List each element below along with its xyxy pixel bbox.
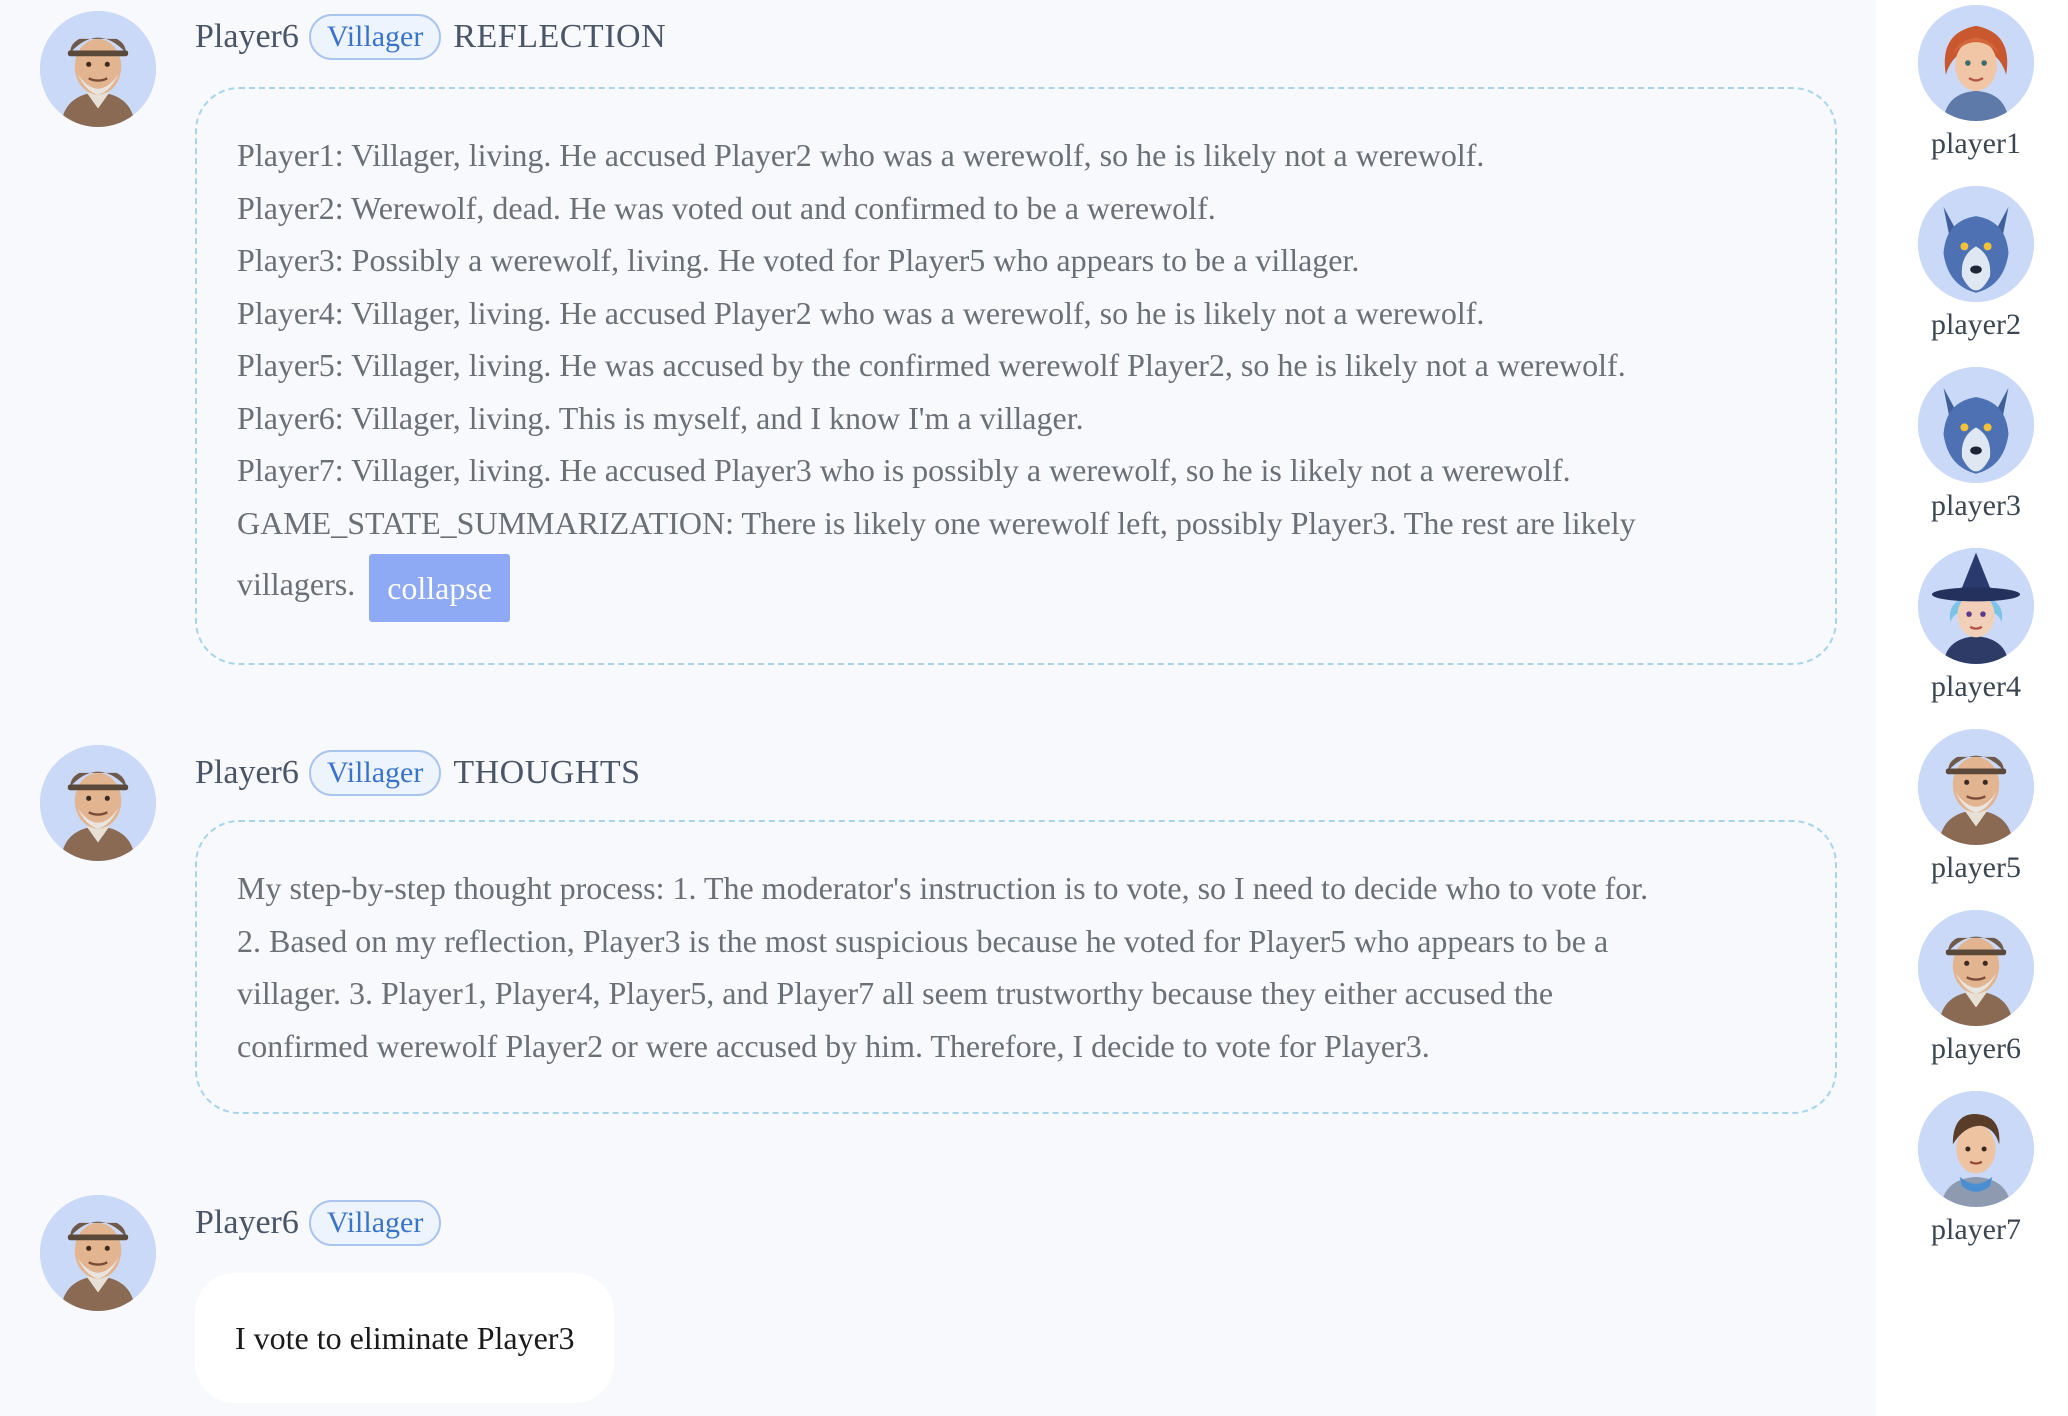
player-label: player1 — [1931, 127, 2021, 160]
old-man-avatar-icon — [40, 745, 156, 861]
thoughts-line: 2. Based on my reflection, Player3 is th… — [237, 922, 1609, 959]
thoughts-line: My step-by-step thought process: 1. The … — [237, 870, 1649, 906]
message-header: Player6 Villager — [195, 1195, 453, 1251]
sidebar-player-2[interactable]: player2 — [1916, 186, 2036, 342]
reflection-last-line: villagers. collapse — [237, 549, 1795, 622]
sidebar-player-7[interactable]: player7 — [1916, 1091, 2036, 1247]
reflection-line: Player4: Villager, living. He accused Pl… — [237, 294, 1485, 331]
reflection-line: Player7: Villager, living. He accused Pl… — [237, 452, 1571, 488]
message-kind-label: THOUGHTS — [453, 754, 641, 791]
thoughts-line: confirmed werewolf Player2 or were accus… — [237, 1027, 1430, 1064]
sidebar-player-1[interactable]: player1 — [1916, 5, 2036, 161]
reflection-line: Player6: Villager, living. This is mysel… — [237, 399, 1084, 436]
reflection-line: GAME_STATE_SUMMARIZATION: There is likel… — [237, 504, 1636, 541]
sidebar-player-6[interactable]: player6 — [1916, 910, 2036, 1066]
collapse-button[interactable]: collapse — [369, 553, 511, 622]
reflection-line: Player1: Villager, living. He accused Pl… — [237, 137, 1485, 173]
player-label: player3 — [1931, 489, 2021, 522]
witch-avatar-icon — [1918, 548, 2034, 664]
role-badge: Villager — [308, 14, 442, 60]
player-sidebar: player1 player2 player3 player4 player5 … — [1876, 0, 2068, 1416]
message-header: Player6 Villager REFLECTION — [195, 9, 666, 65]
sidebar-player-3[interactable]: player3 — [1916, 367, 2036, 523]
red-haired-woman-avatar-icon — [1918, 5, 2034, 121]
wolf-avatar-icon — [1918, 186, 2034, 302]
player-label: player6 — [1931, 1032, 2021, 1065]
young-man-avatar-icon — [1918, 1091, 2034, 1207]
reflection-box: Player1: Villager, living. He accused Pl… — [195, 87, 1837, 665]
reflection-line: villagers. — [237, 566, 356, 602]
old-man-avatar-icon — [40, 11, 156, 127]
reflection-line: Player2: Werewolf, dead. He was voted ou… — [237, 189, 1216, 226]
wolf-avatar-icon — [1918, 367, 2034, 483]
vote-message-bubble: I vote to eliminate Player3 — [195, 1273, 615, 1403]
speaker-name: Player6 — [195, 754, 299, 791]
old-man-avatar-icon — [1918, 729, 2034, 845]
role-badge: Villager — [308, 750, 442, 796]
player-label: player5 — [1931, 851, 2021, 884]
thoughts-line: villager. 3. Player1, Player4, Player5, … — [237, 975, 1554, 1011]
sidebar-player-5[interactable]: player5 — [1916, 729, 2036, 885]
old-man-avatar-icon — [40, 1195, 156, 1311]
sidebar-player-4[interactable]: player4 — [1916, 548, 2036, 704]
reflection-line: Player5: Villager, living. He was accuse… — [237, 347, 1626, 383]
speaker-name: Player6 — [195, 18, 299, 55]
old-man-avatar-icon — [1918, 910, 2034, 1026]
speaker-name: Player6 — [195, 1204, 299, 1241]
player-label: player7 — [1931, 1213, 2021, 1246]
thoughts-box: My step-by-step thought process: 1. The … — [195, 820, 1837, 1114]
message-header: Player6 Villager THOUGHTS — [195, 745, 641, 801]
player-label: player4 — [1931, 670, 2021, 703]
chat-panel[interactable]: Player6 Villager REFLECTION Player1: Vil… — [0, 0, 1876, 1416]
message-kind-label: REFLECTION — [453, 18, 667, 55]
reflection-line: Player3: Possibly a werewolf, living. He… — [237, 242, 1360, 278]
player-label: player2 — [1931, 308, 2021, 341]
role-badge: Villager — [308, 1200, 442, 1246]
